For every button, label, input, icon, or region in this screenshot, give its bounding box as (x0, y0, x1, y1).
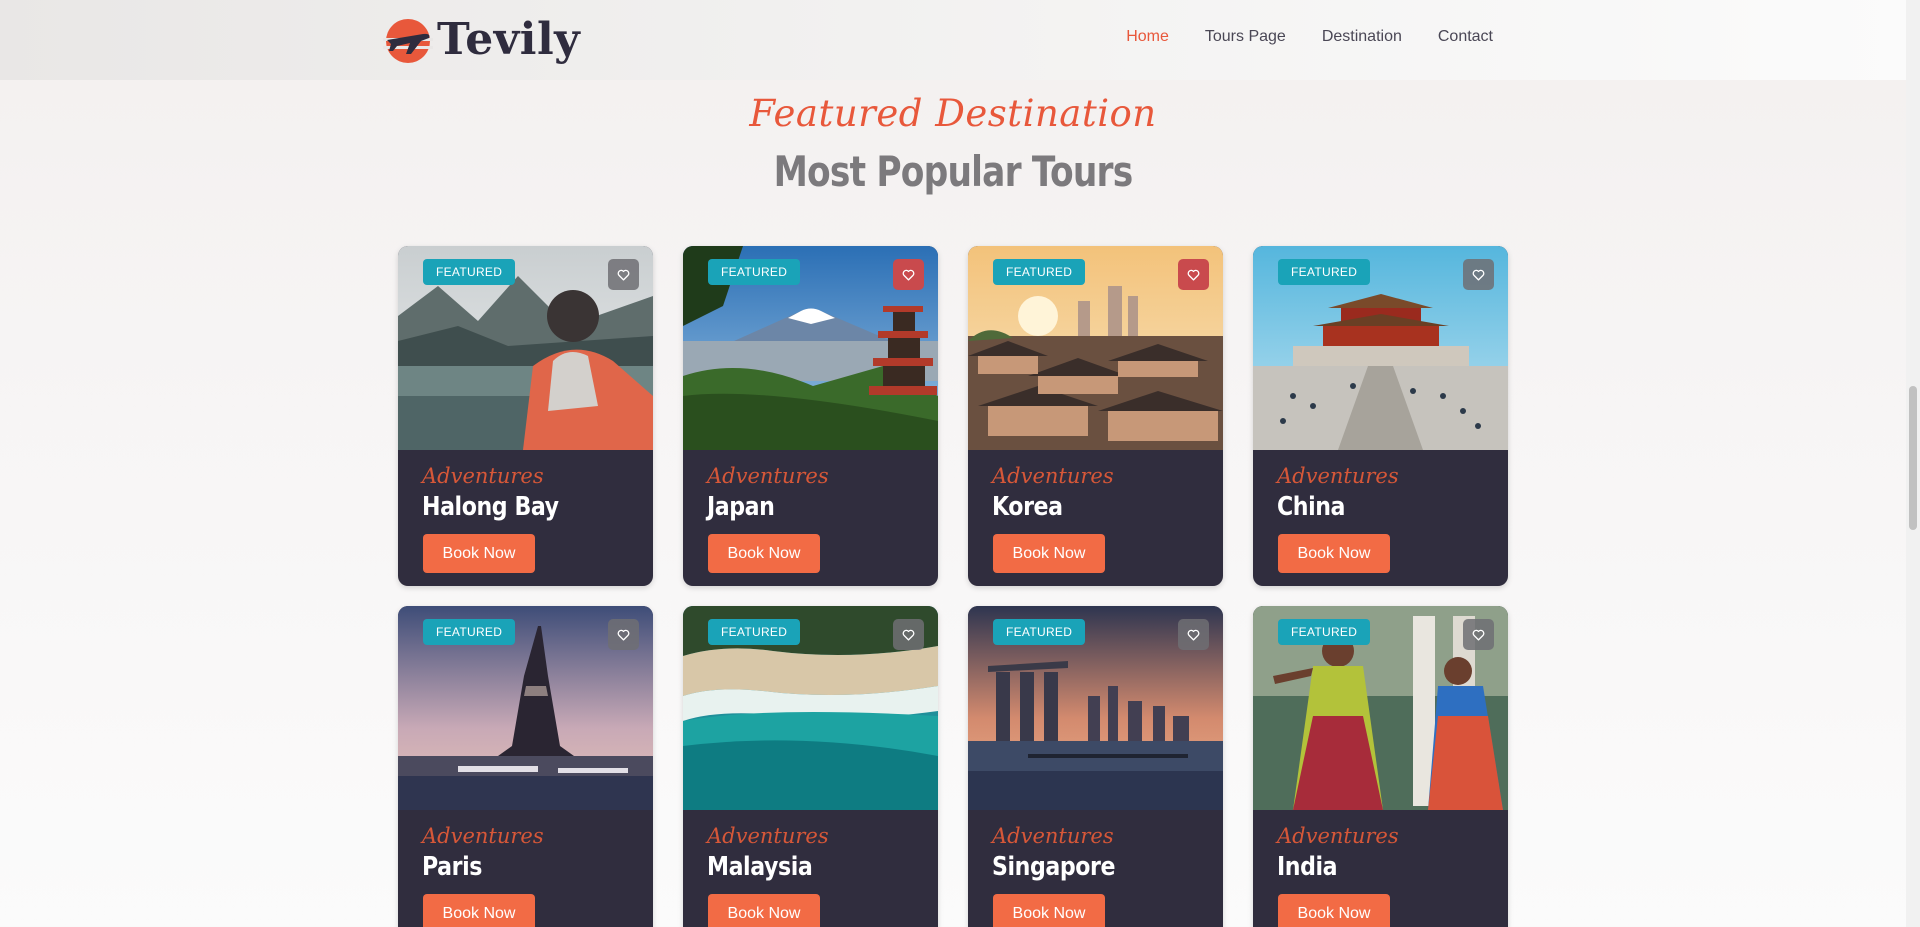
tour-destination[interactable]: Singapore (992, 852, 1115, 882)
top-navbar: Tevily Home Tours Page Destination Conta… (0, 0, 1906, 80)
tour-card[interactable]: FEATURED Adventures Korea Book Now (968, 246, 1223, 586)
nav-home[interactable]: Home (1126, 28, 1169, 46)
tour-destination[interactable]: Paris (422, 852, 482, 882)
book-now-button[interactable]: Book Now (993, 894, 1105, 927)
featured-badge: FEATURED (1278, 259, 1371, 285)
featured-badge: FEATURED (708, 619, 801, 645)
book-now-button[interactable]: Book Now (1278, 894, 1390, 927)
tour-card[interactable]: FEATURED Adventures China Book Now (1253, 246, 1508, 586)
featured-badge: FEATURED (993, 619, 1086, 645)
tour-tagline: Adventures (992, 824, 1114, 848)
nav-tours-page[interactable]: Tours Page (1205, 28, 1286, 46)
book-now-button[interactable]: Book Now (708, 894, 820, 927)
tour-tagline: Adventures (707, 464, 829, 488)
tour-destination[interactable]: Japan (707, 492, 775, 522)
favorite-button[interactable] (1178, 259, 1209, 290)
section-subtitle: Featured Destination (749, 92, 1157, 135)
airplane-logo-icon (383, 16, 433, 64)
book-now-button[interactable]: Book Now (423, 894, 535, 927)
book-now-button[interactable]: Book Now (708, 534, 820, 573)
tour-destination[interactable]: India (1277, 852, 1338, 882)
favorite-button[interactable] (1178, 619, 1209, 650)
heart-icon (617, 629, 630, 641)
tour-tagline: Adventures (1277, 824, 1399, 848)
favorite-button[interactable] (1463, 259, 1494, 290)
featured-badge: FEATURED (1278, 619, 1371, 645)
tour-card[interactable]: FEATURED Adventures Malaysia Book Now (683, 606, 938, 927)
favorite-button[interactable] (608, 259, 639, 290)
tour-tagline: Adventures (992, 464, 1114, 488)
tour-tagline: Adventures (422, 824, 544, 848)
section-title: Most Popular Tours (773, 147, 1134, 196)
nav-contact[interactable]: Contact (1438, 28, 1493, 46)
tour-tagline: Adventures (1277, 464, 1399, 488)
favorite-button[interactable] (893, 619, 924, 650)
featured-badge: FEATURED (993, 259, 1086, 285)
featured-badge: FEATURED (423, 259, 516, 285)
featured-badge: FEATURED (423, 619, 516, 645)
featured-badge: FEATURED (708, 259, 801, 285)
tour-card[interactable]: FEATURED Adventures Singapore Book Now (968, 606, 1223, 927)
book-now-button[interactable]: Book Now (1278, 534, 1390, 573)
tour-destination[interactable]: Malaysia (707, 852, 813, 882)
site-logo[interactable]: Tevily (383, 14, 580, 66)
tour-tagline: Adventures (707, 824, 829, 848)
heart-icon (1472, 629, 1485, 641)
heart-icon (902, 629, 915, 641)
book-now-button[interactable]: Book Now (423, 534, 535, 573)
nav-destination[interactable]: Destination (1322, 28, 1402, 46)
main-nav: Home Tours Page Destination Contact (1126, 28, 1493, 46)
favorite-button[interactable] (893, 259, 924, 290)
tour-card[interactable]: FEATURED Adventures Paris Book Now (398, 606, 653, 927)
book-now-button[interactable]: Book Now (993, 534, 1105, 573)
tour-card[interactable]: FEATURED Adventures India Book Now (1253, 606, 1508, 927)
favorite-button[interactable] (1463, 619, 1494, 650)
tour-card[interactable]: FEATURED Adventures Japan Book Now (683, 246, 938, 586)
heart-icon (1472, 269, 1485, 281)
heart-icon (617, 269, 630, 281)
brand-name: Tevily (437, 14, 581, 65)
tour-tagline: Adventures (422, 464, 544, 488)
page-scrollbar[interactable] (1906, 0, 1920, 927)
heart-icon (1187, 269, 1200, 281)
tour-card[interactable]: FEATURED Adventures Halong Bay Book Now (398, 246, 653, 586)
favorite-button[interactable] (608, 619, 639, 650)
tour-destination[interactable]: Korea (992, 492, 1063, 522)
scrollbar-thumb[interactable] (1909, 386, 1917, 530)
tour-destination[interactable]: China (1277, 492, 1345, 522)
heart-icon (1187, 629, 1200, 641)
heart-icon (902, 269, 915, 281)
tour-destination[interactable]: Halong Bay (422, 492, 559, 522)
